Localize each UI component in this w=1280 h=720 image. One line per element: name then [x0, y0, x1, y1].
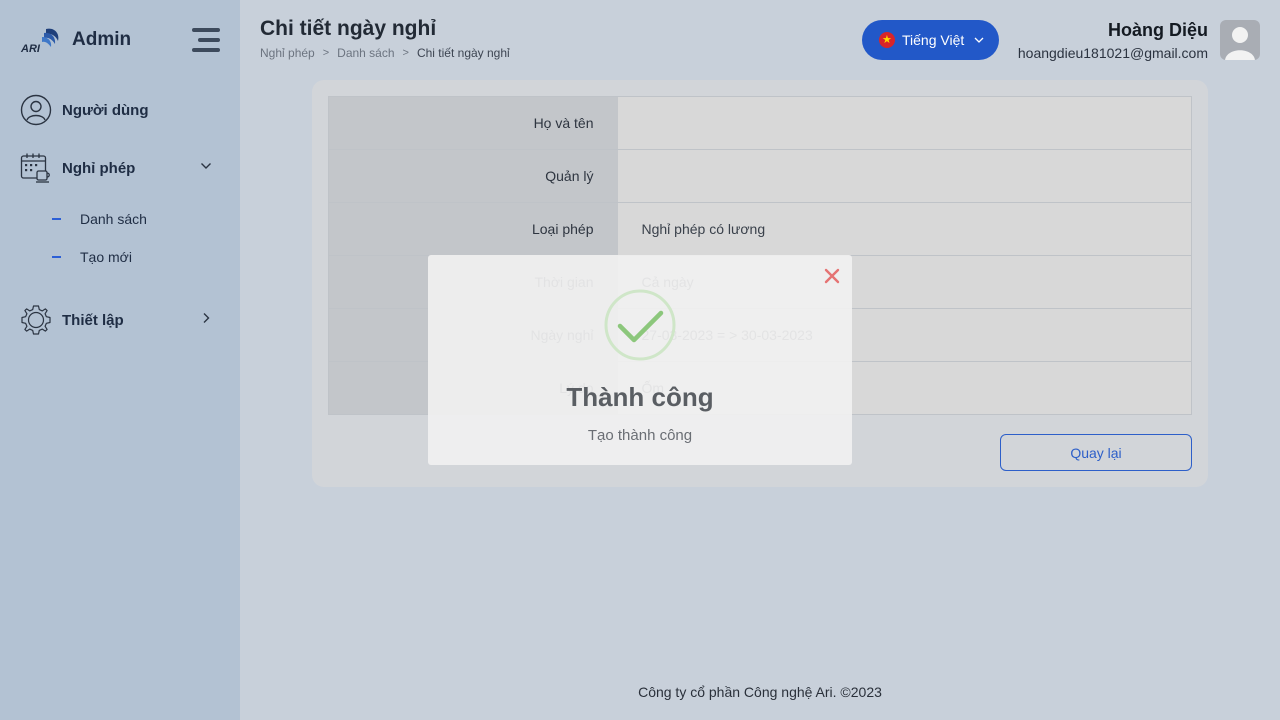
chevron-right-icon: >: [322, 47, 330, 59]
vietnam-flag-icon: [879, 32, 895, 48]
brand: ARI Admin: [20, 24, 220, 56]
row-value: [617, 149, 1192, 203]
sidebar-item-users[interactable]: Người dùng: [20, 93, 220, 127]
footer-copyright: Công ty cổ phần Công nghệ Ari. ©2023: [638, 684, 882, 700]
sidebar-item-leave[interactable]: Nghỉ phép: [20, 151, 220, 185]
success-check-icon: [604, 289, 676, 361]
row-value: Nghỉ phép có lương: [617, 202, 1192, 256]
svg-text:ARI: ARI: [20, 43, 41, 55]
table-row: Loại phép Nghỉ phép có lương: [328, 202, 1192, 256]
sidebar-subitem-create[interactable]: Tạo mới: [52, 245, 132, 269]
modal-message: Tạo thành công: [587, 427, 693, 444]
chevron-down-icon: [974, 37, 984, 43]
sidebar-item-label: Thiết lập: [62, 311, 124, 329]
dash-icon: [52, 256, 61, 258]
breadcrumb-current: Chi tiết ngày nghỉ: [416, 46, 510, 60]
chevron-right-icon: >: [402, 47, 409, 59]
success-modal: Thành công Tạo thành công: [428, 255, 852, 465]
gear-icon: [21, 305, 51, 335]
brand-name: Admin: [72, 29, 132, 50]
row-label: Họ và tên: [328, 96, 618, 150]
user-circle-icon: [20, 94, 52, 126]
modal-title: Thành công: [566, 382, 714, 412]
row-value: [617, 96, 1192, 150]
avatar[interactable]: [1220, 20, 1260, 60]
sidebar-subitem-list[interactable]: Danh sách: [52, 207, 147, 231]
back-button[interactable]: Quay lại: [1000, 434, 1192, 471]
ari-logo-icon: ARI: [20, 28, 59, 55]
user-email: hoangdieu181021@gmail.com: [1017, 45, 1208, 61]
page-title: Chi tiết ngày nghỉ: [260, 17, 437, 40]
sidebar: ARI Admin Người dùng Nghỉ phép Danh sách…: [0, 0, 240, 720]
user-silhouette-icon: [1225, 27, 1255, 60]
table-row: Họ và tên: [328, 96, 1192, 150]
chevron-down-icon: [201, 163, 211, 169]
breadcrumb-leave[interactable]: Nghỉ phép: [260, 46, 315, 60]
table-row: Quản lý: [328, 149, 1192, 203]
breadcrumb: Nghỉ phép > Danh sách > Chi tiết ngày ng…: [260, 46, 510, 60]
calendar-coffee-icon: [20, 153, 50, 183]
sidebar-subitem-label: Danh sách: [80, 211, 147, 227]
language-label: Tiếng Việt: [902, 32, 965, 48]
chevron-right-icon: [203, 313, 210, 323]
sidebar-item-settings[interactable]: Thiết lập: [20, 303, 220, 337]
row-label: Quản lý: [328, 149, 618, 203]
close-icon[interactable]: [824, 268, 840, 284]
sidebar-item-label: Người dùng: [62, 101, 149, 119]
language-selector[interactable]: Tiếng Việt: [862, 20, 999, 60]
menu-toggle-icon[interactable]: [190, 26, 220, 54]
dash-icon: [52, 218, 61, 220]
row-label: Loại phép: [328, 202, 618, 256]
user-name: Hoàng Diệu: [1107, 20, 1208, 40]
breadcrumb-list[interactable]: Danh sách: [337, 46, 394, 60]
sidebar-item-label: Nghỉ phép: [62, 159, 136, 177]
sidebar-subitem-label: Tạo mới: [80, 249, 132, 265]
